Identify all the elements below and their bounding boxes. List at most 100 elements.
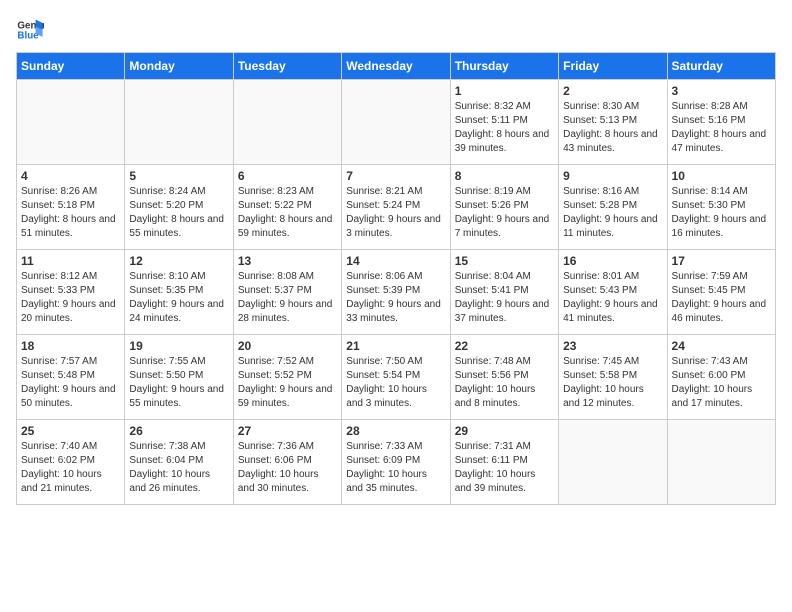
day-info: Sunrise: 7:59 AM Sunset: 5:45 PM Dayligh… — [672, 270, 771, 326]
calendar-cell: 24 Sunrise: 7:43 AM Sunset: 6:00 PM Dayli… — [667, 335, 775, 420]
day-of-week-header: Friday — [559, 53, 667, 80]
day-number: 1 — [455, 84, 554, 98]
day-number: 2 — [563, 84, 662, 98]
calendar-cell: 19 Sunrise: 7:55 AM Sunset: 5:50 PM Dayli… — [125, 335, 233, 420]
calendar-cell: 18 Sunrise: 7:57 AM Sunset: 5:48 PM Dayli… — [17, 335, 125, 420]
calendar-week-row: 4Sunrise: 8:26 AM Sunset: 5:18 PM Daylig… — [17, 165, 776, 250]
day-info: Sunrise: 7:36 AM Sunset: 6:06 PM Dayligh… — [238, 440, 337, 496]
day-info: Sunrise: 7:45 AM Sunset: 5:58 PM Dayligh… — [563, 355, 662, 411]
logo-icon: General Blue — [16, 16, 44, 44]
day-info: Sunrise: 8:16 AM Sunset: 5:28 PM Dayligh… — [563, 185, 662, 241]
calendar-cell: 21Sunrise: 7:50 AM Sunset: 5:54 PM Dayli… — [342, 335, 450, 420]
day-info: Sunrise: 7:55 AM Sunset: 5:50 PM Dayligh… — [129, 355, 228, 411]
day-number: 19 — [129, 339, 228, 353]
calendar-cell: 3 Sunrise: 8:28 AM Sunset: 5:16 PM Daylig… — [667, 80, 775, 165]
day-info: Sunrise: 7:48 AM Sunset: 5:56 PM Dayligh… — [455, 355, 554, 411]
day-number: 6 — [238, 169, 337, 183]
day-info: Sunrise: 8:10 AM Sunset: 5:35 PM Dayligh… — [129, 270, 228, 326]
calendar-week-row: 11 Sunrise: 8:12 AM Sunset: 5:33 PM Dayli… — [17, 250, 776, 335]
calendar-cell: 12 Sunrise: 8:10 AM Sunset: 5:35 PM Dayli… — [125, 250, 233, 335]
day-number: 5 — [129, 169, 228, 183]
calendar-cell: 7 Sunrise: 8:21 AM Sunset: 5:24 PM Daylig… — [342, 165, 450, 250]
calendar-cell: 16 Sunrise: 8:01 AM Sunset: 5:43 PM Dayli… — [559, 250, 667, 335]
day-number: 3 — [672, 84, 771, 98]
calendar-cell: 15 Sunrise: 8:04 AM Sunset: 5:41 PM Dayli… — [450, 250, 558, 335]
calendar-cell: 25 Sunrise: 7:40 AM Sunset: 6:02 PM Dayli… — [17, 420, 125, 505]
calendar-cell: 10 Sunrise: 8:14 AM Sunset: 5:30 PM Dayli… — [667, 165, 775, 250]
day-info: Sunrise: 8:28 AM Sunset: 5:16 PM Dayligh… — [672, 100, 771, 156]
day-number: 16 — [563, 254, 662, 268]
calendar-cell — [667, 420, 775, 505]
calendar-table: SundayMondayTuesdayWednesdayThursdayFrid… — [16, 52, 776, 505]
day-info: Sunrise: 8:04 AM Sunset: 5:41 PM Dayligh… — [455, 270, 554, 326]
day-number: 13 — [238, 254, 337, 268]
day-number: 11 — [21, 254, 120, 268]
day-info: Sunrise: 8:19 AM Sunset: 5:26 PM Dayligh… — [455, 185, 554, 241]
day-number: 17 — [672, 254, 771, 268]
day-info: Sunrise: 7:38 AM Sunset: 6:04 PM Dayligh… — [129, 440, 228, 496]
day-info: Sunrise: 8:30 AM Sunset: 5:13 PM Dayligh… — [563, 100, 662, 156]
day-number: 14 — [346, 254, 445, 268]
calendar-cell: 14 Sunrise: 8:06 AM Sunset: 5:39 PM Dayli… — [342, 250, 450, 335]
day-number: 29 — [455, 424, 554, 438]
day-number: 20 — [238, 339, 337, 353]
day-number: 7 — [346, 169, 445, 183]
day-info: Sunrise: 8:23 AM Sunset: 5:22 PM Dayligh… — [238, 185, 337, 241]
day-number: 24 — [672, 339, 771, 353]
day-info: Sunrise: 8:14 AM Sunset: 5:30 PM Dayligh… — [672, 185, 771, 241]
day-number: 4 — [21, 169, 120, 183]
day-info: Sunrise: 8:21 AM Sunset: 5:24 PM Dayligh… — [346, 185, 445, 241]
day-info: Sunrise: 8:12 AM Sunset: 5:33 PM Dayligh… — [21, 270, 120, 326]
day-number: 26 — [129, 424, 228, 438]
calendar-week-row: 1 Sunrise: 8:32 AM Sunset: 5:11 PM Daylig… — [17, 80, 776, 165]
calendar-cell: 2 Sunrise: 8:30 AM Sunset: 5:13 PM Daylig… — [559, 80, 667, 165]
calendar-cell — [125, 80, 233, 165]
day-number: 15 — [455, 254, 554, 268]
day-info: Sunrise: 7:40 AM Sunset: 6:02 PM Dayligh… — [21, 440, 120, 496]
day-of-week-header: Saturday — [667, 53, 775, 80]
calendar-cell: 29 Sunrise: 7:31 AM Sunset: 6:11 PM Dayli… — [450, 420, 558, 505]
day-number: 12 — [129, 254, 228, 268]
day-number: 10 — [672, 169, 771, 183]
logo: General Blue — [16, 16, 48, 44]
day-info: Sunrise: 8:24 AM Sunset: 5:20 PM Dayligh… — [129, 185, 228, 241]
calendar-cell — [342, 80, 450, 165]
day-info: Sunrise: 7:31 AM Sunset: 6:11 PM Dayligh… — [455, 440, 554, 496]
calendar-week-row: 18 Sunrise: 7:57 AM Sunset: 5:48 PM Dayli… — [17, 335, 776, 420]
day-info: Sunrise: 8:01 AM Sunset: 5:43 PM Dayligh… — [563, 270, 662, 326]
calendar-cell: 28 Sunrise: 7:33 AM Sunset: 6:09 PM Dayli… — [342, 420, 450, 505]
calendar-cell: 17 Sunrise: 7:59 AM Sunset: 5:45 PM Dayli… — [667, 250, 775, 335]
day-of-week-header: Tuesday — [233, 53, 341, 80]
day-info: Sunrise: 8:06 AM Sunset: 5:39 PM Dayligh… — [346, 270, 445, 326]
calendar-cell: 1 Sunrise: 8:32 AM Sunset: 5:11 PM Daylig… — [450, 80, 558, 165]
calendar-cell: 26 Sunrise: 7:38 AM Sunset: 6:04 PM Dayli… — [125, 420, 233, 505]
day-number: 22 — [455, 339, 554, 353]
day-info: Sunrise: 7:33 AM Sunset: 6:09 PM Dayligh… — [346, 440, 445, 496]
calendar-week-row: 25 Sunrise: 7:40 AM Sunset: 6:02 PM Dayli… — [17, 420, 776, 505]
calendar-cell — [17, 80, 125, 165]
calendar-cell: 13Sunrise: 8:08 AM Sunset: 5:37 PM Dayli… — [233, 250, 341, 335]
calendar-cell: 6 Sunrise: 8:23 AM Sunset: 5:22 PM Daylig… — [233, 165, 341, 250]
calendar-cell: 20 Sunrise: 7:52 AM Sunset: 5:52 PM Dayli… — [233, 335, 341, 420]
day-of-week-header: Monday — [125, 53, 233, 80]
calendar-cell: 27 Sunrise: 7:36 AM Sunset: 6:06 PM Dayli… — [233, 420, 341, 505]
day-info: Sunrise: 7:52 AM Sunset: 5:52 PM Dayligh… — [238, 355, 337, 411]
calendar-cell: 8Sunrise: 8:19 AM Sunset: 5:26 PM Daylig… — [450, 165, 558, 250]
day-number: 9 — [563, 169, 662, 183]
day-number: 18 — [21, 339, 120, 353]
calendar-cell: 9 Sunrise: 8:16 AM Sunset: 5:28 PM Daylig… — [559, 165, 667, 250]
day-info: Sunrise: 8:32 AM Sunset: 5:11 PM Dayligh… — [455, 100, 554, 156]
day-number: 25 — [21, 424, 120, 438]
calendar-cell: 5 Sunrise: 8:24 AM Sunset: 5:20 PM Daylig… — [125, 165, 233, 250]
calendar-cell: 4Sunrise: 8:26 AM Sunset: 5:18 PM Daylig… — [17, 165, 125, 250]
calendar-cell — [559, 420, 667, 505]
day-info: Sunrise: 7:57 AM Sunset: 5:48 PM Dayligh… — [21, 355, 120, 411]
page-header: General Blue — [16, 16, 776, 44]
calendar-cell: 11 Sunrise: 8:12 AM Sunset: 5:33 PM Dayli… — [17, 250, 125, 335]
day-of-week-header: Wednesday — [342, 53, 450, 80]
day-number: 27 — [238, 424, 337, 438]
day-info: Sunrise: 7:43 AM Sunset: 6:00 PM Dayligh… — [672, 355, 771, 411]
calendar-header-row: SundayMondayTuesdayWednesdayThursdayFrid… — [17, 53, 776, 80]
day-number: 28 — [346, 424, 445, 438]
calendar-cell: 23Sunrise: 7:45 AM Sunset: 5:58 PM Dayli… — [559, 335, 667, 420]
